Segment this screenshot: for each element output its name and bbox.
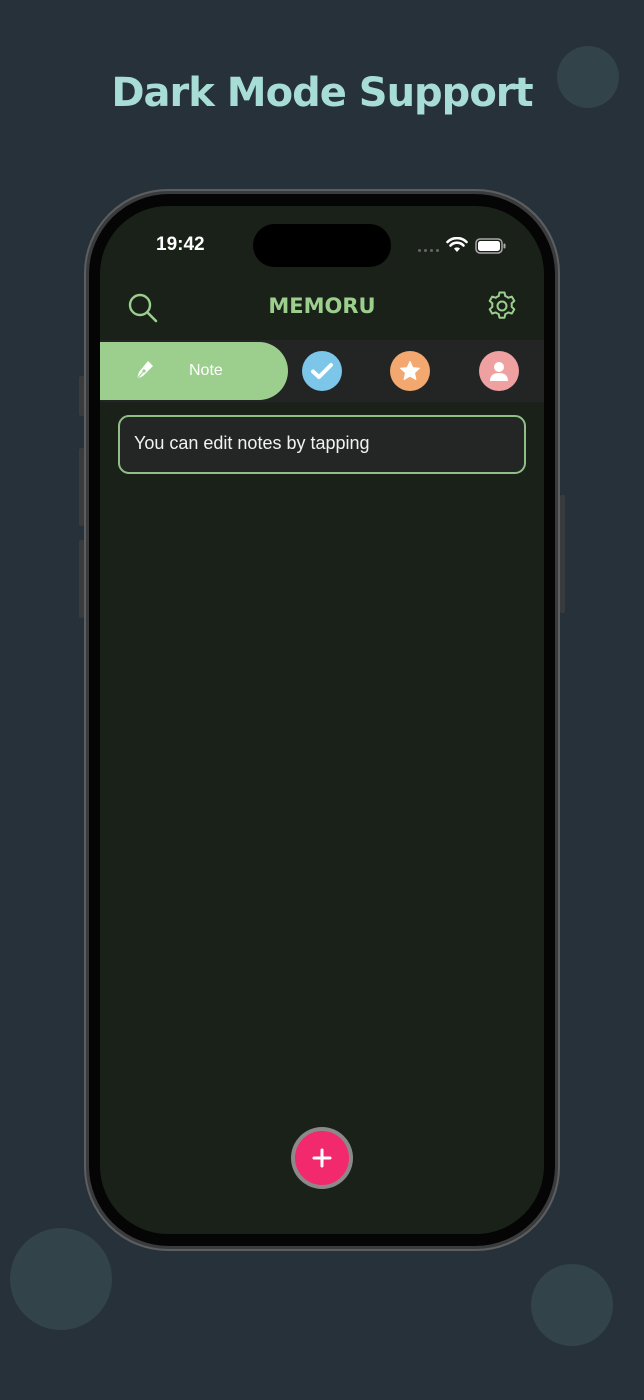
add-note-button-fill	[295, 1131, 349, 1185]
tab-personal[interactable]	[479, 351, 519, 391]
pen-icon	[136, 361, 153, 380]
decorative-bubble	[10, 1228, 112, 1330]
promo-headline: Dark Mode Support	[111, 70, 533, 116]
note-text: You can edit notes by tapping	[134, 433, 370, 453]
promo-page: Dark Mode Support 19:42 MEMORU Note You …	[0, 0, 644, 1400]
add-note-button[interactable]	[291, 1127, 353, 1189]
status-time: 19:42	[156, 234, 205, 255]
phone-side-button	[560, 495, 565, 613]
star-icon	[400, 361, 420, 380]
app-title: MEMORU	[268, 294, 376, 318]
cellular-signal-icon	[418, 249, 439, 252]
plus-icon	[312, 1148, 332, 1168]
tab-note[interactable]: Note	[100, 342, 288, 400]
tab-note-label: Note	[189, 362, 223, 379]
category-tab-strip: Note	[100, 340, 544, 402]
check-icon	[311, 363, 333, 379]
wifi-icon	[446, 237, 468, 252]
tab-favorites[interactable]	[390, 351, 430, 391]
gear-icon[interactable]	[486, 290, 518, 322]
app-header: MEMORU	[100, 286, 544, 328]
user-icon	[490, 362, 508, 381]
note-card[interactable]: You can edit notes by tapping	[118, 415, 526, 474]
dynamic-island	[253, 224, 391, 267]
tab-todo[interactable]	[302, 351, 342, 391]
phone-screen: 19:42 MEMORU Note You can edit notes by …	[100, 206, 544, 1234]
battery-icon	[475, 238, 506, 254]
decorative-bubble	[531, 1264, 613, 1346]
